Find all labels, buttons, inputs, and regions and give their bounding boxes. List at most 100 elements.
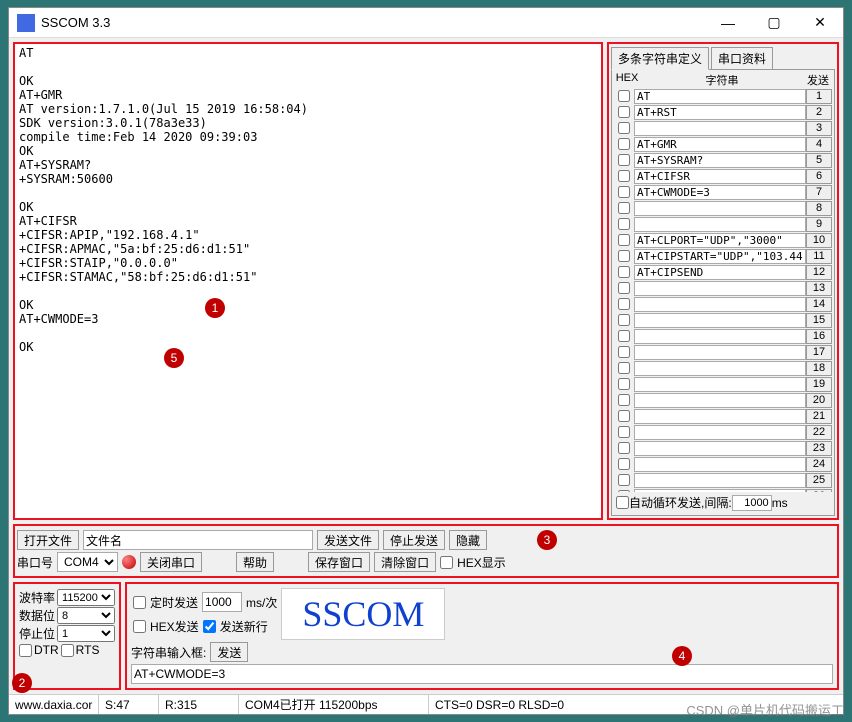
clear-window-button[interactable]: 清除窗口: [374, 552, 436, 572]
stop-send-button[interactable]: 停止发送: [383, 530, 445, 550]
command-text[interactable]: [634, 377, 806, 392]
command-text[interactable]: AT+RST: [634, 105, 806, 120]
send-row-button[interactable]: 10: [806, 233, 832, 248]
command-text[interactable]: [634, 473, 806, 488]
newline-checkbox[interactable]: [203, 620, 216, 633]
send-row-button[interactable]: 16: [806, 329, 832, 344]
hex-checkbox[interactable]: [618, 298, 630, 310]
command-text[interactable]: AT: [634, 89, 806, 104]
filename-display[interactable]: [83, 530, 313, 550]
hex-checkbox[interactable]: [618, 282, 630, 294]
send-row-button[interactable]: 2: [806, 105, 832, 120]
send-row-button[interactable]: 17: [806, 345, 832, 360]
hex-checkbox[interactable]: [618, 474, 630, 486]
hex-checkbox[interactable]: [618, 250, 630, 262]
command-text[interactable]: AT+CLPORT="UDP","3000": [634, 233, 806, 248]
hex-checkbox[interactable]: [618, 202, 630, 214]
tab-multi-string[interactable]: 多条字符串定义: [611, 47, 709, 70]
hex-checkbox[interactable]: [618, 138, 630, 150]
send-row-button[interactable]: 22: [806, 425, 832, 440]
command-text[interactable]: AT+CIFSR: [634, 169, 806, 184]
serial-output[interactable]: AT OK AT+GMR AT version:1.7.1.0(Jul 15 2…: [15, 44, 601, 518]
send-file-button[interactable]: 发送文件: [317, 530, 379, 550]
hex-checkbox[interactable]: [618, 234, 630, 246]
record-indicator-icon[interactable]: [122, 555, 136, 569]
command-text[interactable]: [634, 393, 806, 408]
hex-checkbox[interactable]: [618, 106, 630, 118]
command-text[interactable]: AT+CIPSEND: [634, 265, 806, 280]
send-row-button[interactable]: 8: [806, 201, 832, 216]
dtr-checkbox[interactable]: [19, 644, 32, 657]
status-url[interactable]: www.daxia.cor: [9, 695, 99, 714]
baud-select[interactable]: 115200: [57, 589, 115, 606]
send-row-button[interactable]: 14: [806, 297, 832, 312]
hex-checkbox[interactable]: [618, 426, 630, 438]
save-window-button[interactable]: 保存窗口: [308, 552, 370, 572]
timed-interval-input[interactable]: [202, 592, 242, 612]
command-list[interactable]: AT1AT+RST23AT+GMR4AT+SYSRAM?5AT+CIFSR6AT…: [614, 88, 832, 492]
hex-checkbox[interactable]: [618, 410, 630, 422]
command-text[interactable]: [634, 329, 806, 344]
timed-send-checkbox[interactable]: [133, 596, 146, 609]
send-row-button[interactable]: 9: [806, 217, 832, 232]
databits-select[interactable]: 8: [57, 607, 115, 624]
command-text[interactable]: [634, 441, 806, 456]
hex-checkbox[interactable]: [618, 266, 630, 278]
send-row-button[interactable]: 13: [806, 281, 832, 296]
send-input[interactable]: [131, 664, 833, 684]
hex-checkbox[interactable]: [618, 394, 630, 406]
command-text[interactable]: [634, 297, 806, 312]
send-row-button[interactable]: 1: [806, 89, 832, 104]
send-row-button[interactable]: 7: [806, 185, 832, 200]
hex-display-checkbox[interactable]: [440, 556, 453, 569]
com-select[interactable]: COM4: [57, 552, 118, 572]
open-file-button[interactable]: 打开文件: [17, 530, 79, 550]
send-row-button[interactable]: 25: [806, 473, 832, 488]
hex-checkbox[interactable]: [618, 218, 630, 230]
command-text[interactable]: AT+CWMODE=3: [634, 185, 806, 200]
hex-checkbox[interactable]: [618, 122, 630, 134]
rts-checkbox[interactable]: [61, 644, 74, 657]
hex-checkbox[interactable]: [618, 170, 630, 182]
send-row-button[interactable]: 23: [806, 441, 832, 456]
command-text[interactable]: AT+SYSRAM?: [634, 153, 806, 168]
command-text[interactable]: [634, 217, 806, 232]
send-row-button[interactable]: 21: [806, 409, 832, 424]
send-row-button[interactable]: 18: [806, 361, 832, 376]
send-row-button[interactable]: 3: [806, 121, 832, 136]
command-text[interactable]: [634, 121, 806, 136]
maximize-button[interactable]: ▢: [751, 8, 797, 38]
command-text[interactable]: [634, 345, 806, 360]
auto-loop-checkbox[interactable]: [616, 496, 629, 509]
command-text[interactable]: [634, 313, 806, 328]
command-text[interactable]: [634, 281, 806, 296]
send-row-button[interactable]: 19: [806, 377, 832, 392]
command-text[interactable]: [634, 361, 806, 376]
command-text[interactable]: AT+CIPSTART="UDP","103.44.1…: [634, 249, 806, 264]
command-text[interactable]: AT+GMR: [634, 137, 806, 152]
send-row-button[interactable]: 6: [806, 169, 832, 184]
hex-checkbox[interactable]: [618, 186, 630, 198]
command-text[interactable]: [634, 201, 806, 216]
hex-send-checkbox[interactable]: [133, 620, 146, 633]
command-text[interactable]: [634, 457, 806, 472]
hex-checkbox[interactable]: [618, 378, 630, 390]
hex-checkbox[interactable]: [618, 154, 630, 166]
send-row-button[interactable]: 12: [806, 265, 832, 280]
close-button[interactable]: ✕: [797, 8, 843, 38]
stopbits-select[interactable]: 1: [57, 625, 115, 642]
hide-button[interactable]: 隐藏: [449, 530, 487, 550]
help-button[interactable]: 帮助: [236, 552, 274, 572]
interval-input[interactable]: [732, 495, 772, 511]
tab-serial-info[interactable]: 串口资料: [711, 47, 773, 70]
send-row-button[interactable]: 11: [806, 249, 832, 264]
hex-checkbox[interactable]: [618, 362, 630, 374]
send-row-button[interactable]: 24: [806, 457, 832, 472]
command-text[interactable]: [634, 409, 806, 424]
hex-checkbox[interactable]: [618, 346, 630, 358]
minimize-button[interactable]: —: [705, 8, 751, 38]
send-row-button[interactable]: 15: [806, 313, 832, 328]
send-row-button[interactable]: 4: [806, 137, 832, 152]
command-text[interactable]: [634, 425, 806, 440]
send-button[interactable]: 发送: [210, 642, 248, 662]
